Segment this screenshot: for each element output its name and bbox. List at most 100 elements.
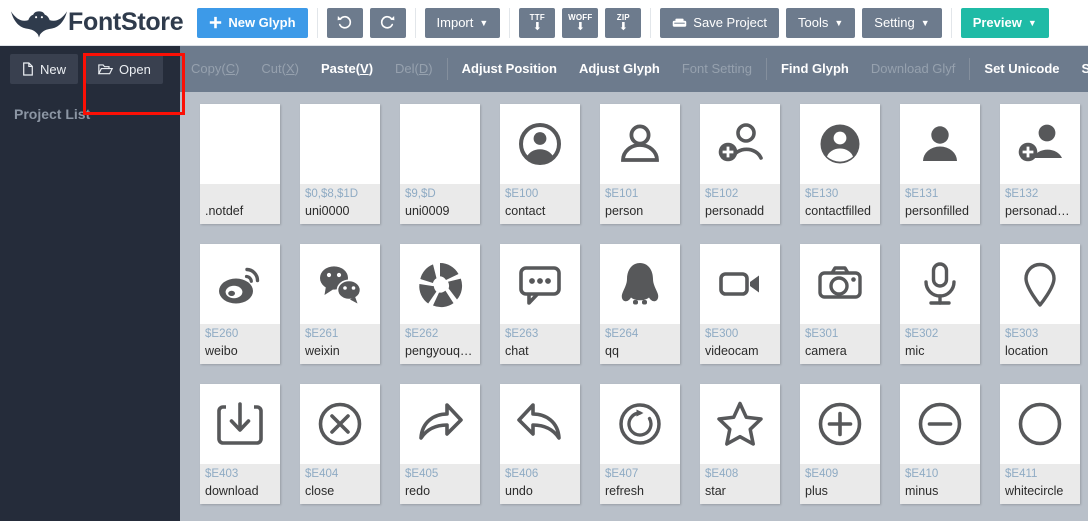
app-window: FontStore New Glyph Import ▼ TTF ⬇ WOFF … — [0, 0, 1088, 521]
glyph-meta: $E102 personadd — [700, 184, 780, 224]
open-button[interactable]: Open — [86, 54, 163, 84]
glyph-code: $E303 — [1005, 328, 1039, 340]
glyph-cell[interactable]: $E403 download — [200, 384, 280, 504]
close-circle-icon — [318, 402, 362, 446]
glyph-code: $E407 — [605, 468, 639, 480]
glyph-cell[interactable]: $E132 personaddfil... — [1000, 104, 1080, 224]
glyph-preview — [200, 104, 280, 184]
menu-item-sync-font[interactable]: Sync Font — [1071, 46, 1088, 92]
chevron-down-icon: ▼ — [834, 17, 844, 28]
glyph-cell[interactable]: $E405 redo — [400, 384, 480, 504]
glyph-cell[interactable]: $E264 qq — [600, 244, 680, 364]
brand-title: FontStore — [68, 8, 184, 36]
menu-item-font-setting: Font Setting — [681, 61, 752, 76]
glyph-preview — [900, 244, 980, 324]
glyph-cell[interactable]: $E301 camera — [800, 244, 880, 364]
contact-filled-icon — [820, 124, 860, 164]
app-header: FontStore New Glyph Import ▼ TTF ⬇ WOFF … — [0, 0, 1088, 46]
download-ttf-button[interactable]: TTF ⬇ — [519, 7, 556, 38]
menu-divider-2 — [765, 58, 767, 80]
menu-item-cut: Cut(X) — [250, 46, 310, 92]
glyph-cell[interactable]: $E262 pengyouquan — [400, 244, 480, 364]
glyph-code: $E131 — [905, 188, 939, 200]
glyph-cell[interactable]: $E130 contactfilled — [800, 104, 880, 224]
glyph-cell[interactable]: $E302 mic — [900, 244, 980, 364]
glyph-preview — [800, 104, 880, 184]
menu-item-paste[interactable]: Paste(V) — [310, 46, 384, 92]
refresh-circle-icon — [619, 403, 661, 445]
open-label: Open — [119, 61, 151, 77]
glyph-cell[interactable]: .notdef — [200, 104, 280, 224]
menu-item-set-unicode[interactable]: Set Unicode — [973, 46, 1070, 92]
glyph-cell[interactable]: $9,$D uni0009 — [400, 104, 480, 224]
glyph-preview — [1000, 384, 1080, 464]
paste-tail: ) — [368, 61, 374, 76]
new-label: New — [40, 61, 67, 77]
glyph-meta: $E406 undo — [500, 464, 580, 504]
tools-button[interactable]: Tools ▼ — [786, 7, 856, 38]
preview-button[interactable]: Preview ▼ — [960, 7, 1049, 38]
download-zip-button[interactable]: ZIP ⬇ — [605, 7, 642, 38]
glyph-code: $E101 — [605, 188, 639, 200]
glyph-cell[interactable]: $E408 star — [700, 384, 780, 504]
redo-button[interactable] — [369, 7, 406, 38]
glyph-cell[interactable]: $E410 minus — [900, 384, 980, 504]
glyph-preview — [200, 244, 280, 324]
glyph-code: $E264 — [605, 328, 639, 340]
import-label: Import — [436, 15, 474, 30]
download-box-icon — [217, 402, 263, 445]
glyph-cell[interactable]: $E260 weibo — [200, 244, 280, 364]
glyph-meta: $E409 plus — [800, 464, 880, 504]
del-text: Del( — [395, 61, 419, 76]
header-divider-4 — [650, 7, 652, 38]
glyph-cell[interactable]: $E261 weixin — [300, 244, 380, 364]
cut-tail: ) — [294, 61, 299, 76]
glyph-cell[interactable]: $E102 personadd — [700, 104, 780, 224]
new-glyph-button[interactable]: New Glyph — [197, 7, 308, 38]
glyph-meta: $E101 person — [600, 184, 680, 224]
menu-item-find-glyph[interactable]: Find Glyph — [770, 46, 860, 92]
location-pin-icon — [1024, 262, 1056, 307]
glyph-cell[interactable]: $0,$8,$1D uni0000 — [300, 104, 380, 224]
glyph-preview — [400, 384, 480, 464]
glyph-cell[interactable]: $E303 location — [1000, 244, 1080, 364]
save-project-button[interactable]: Save Project — [660, 7, 779, 38]
header-divider-2 — [414, 7, 416, 38]
glyph-cell[interactable]: $E263 chat — [500, 244, 580, 364]
glyph-code: $E408 — [705, 468, 739, 480]
glyph-cell[interactable]: $E100 contact — [500, 104, 580, 224]
copy-key: C — [225, 61, 236, 76]
glyph-cell[interactable]: $E411 whitecircle — [1000, 384, 1080, 504]
menu-item-adjust-position[interactable]: Adjust Position — [451, 46, 568, 92]
undo-button[interactable] — [326, 7, 363, 38]
download-woff-button[interactable]: WOFF ⬇ — [562, 7, 599, 38]
menu-item-adjust-glyph[interactable]: Adjust Glyph — [568, 46, 671, 92]
glyph-meta: $9,$D uni0009 — [400, 184, 480, 224]
glyph-cell[interactable]: $E101 person — [600, 104, 680, 224]
setting-button[interactable]: Setting ▼ — [862, 7, 942, 38]
glyph-cell[interactable]: $E407 refresh — [600, 384, 680, 504]
minus-circle-icon — [918, 402, 962, 446]
plus-circle-icon — [818, 402, 862, 446]
glyph-preview — [600, 244, 680, 324]
glyph-name: refresh — [605, 484, 644, 498]
download-arrow-icon: ⬇ — [532, 21, 542, 33]
glyph-cell[interactable]: $E131 personfilled — [900, 104, 980, 224]
glyph-meta: $E300 videocam — [700, 324, 780, 364]
glyph-preview — [700, 384, 780, 464]
glyph-name: personfilled — [905, 204, 969, 218]
glyph-name: contact — [505, 204, 546, 218]
cut-key: X — [285, 61, 295, 76]
download-arrow-icon: ⬇ — [618, 21, 628, 33]
glyph-cell[interactable]: $E300 videocam — [700, 244, 780, 364]
import-button[interactable]: Import ▼ — [424, 7, 501, 38]
glyph-cell[interactable]: $E406 undo — [500, 384, 580, 504]
header-divider-3 — [509, 7, 511, 38]
glyph-cell[interactable]: $E409 plus — [800, 384, 880, 504]
glyph-meta: $E405 redo — [400, 464, 480, 504]
new-project-button[interactable]: New — [10, 54, 79, 84]
glyph-grid-area[interactable]: .notdef $0,$8,$1D uni0000 $9,$D uni0009 $E10… — [180, 92, 1088, 521]
glyph-code: $E405 — [405, 468, 439, 480]
glyph-name: chat — [505, 344, 529, 358]
glyph-cell[interactable]: $E404 close — [300, 384, 380, 504]
